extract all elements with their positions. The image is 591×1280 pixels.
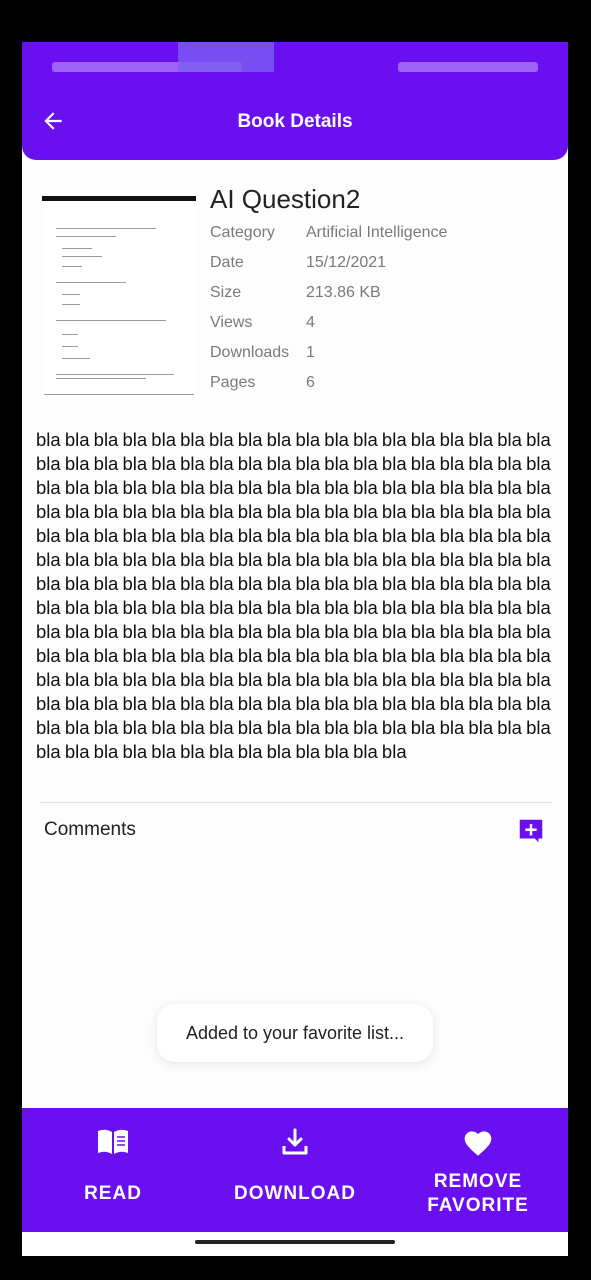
favorite-toast: Added to your favorite list... xyxy=(157,1004,433,1062)
navigation-bar xyxy=(22,1232,568,1256)
status-bar-overlay xyxy=(178,42,274,72)
meta-row-category: Category Artificial Intelligence xyxy=(210,218,550,248)
remove-favorite-button[interactable]: REMOVE FAVORITE xyxy=(413,1108,543,1232)
download-button[interactable]: DOWNLOAD xyxy=(220,1108,370,1232)
meta-row-views: Views 4 xyxy=(210,308,550,338)
book-description: bla bla bla bla bla bla bla bla bla bla … xyxy=(36,429,551,762)
remove-favorite-label: REMOVE FAVORITE xyxy=(427,1171,529,1216)
meta-label: Date xyxy=(210,254,244,271)
meta-row-downloads: Downloads 1 xyxy=(210,338,550,368)
meta-label: Size xyxy=(210,284,242,301)
book-cover-thumbnail[interactable] xyxy=(42,190,198,406)
download-label: DOWNLOAD xyxy=(234,1183,356,1204)
meta-value: Artificial Intelligence xyxy=(306,224,448,241)
read-button[interactable]: READ xyxy=(63,1108,163,1232)
meta-label: Downloads xyxy=(210,344,290,361)
app-bar: Book Details xyxy=(22,82,568,160)
read-label: READ xyxy=(84,1183,142,1204)
meta-label: Pages xyxy=(210,374,256,391)
page-title: Book Details xyxy=(237,111,353,132)
meta-row-date: Date 15/12/2021 xyxy=(210,248,550,278)
download-icon xyxy=(277,1124,313,1160)
phone-screen: Book Details AI Question2 Category Artif… xyxy=(22,42,568,1256)
heart-icon xyxy=(460,1124,496,1160)
meta-label: Views xyxy=(210,314,253,331)
book-metadata: Category Artificial Intelligence Date 15… xyxy=(210,218,550,398)
meta-value: 1 xyxy=(306,344,315,361)
meta-value: 4 xyxy=(306,314,315,331)
status-bar-right-blurred xyxy=(398,62,538,72)
meta-value: 15/12/2021 xyxy=(306,254,387,271)
meta-label: Category xyxy=(210,224,275,241)
bottom-action-bar: READ DOWNLOAD REMOVE FAVORITE xyxy=(22,1108,568,1232)
meta-value: 213.86 KB xyxy=(306,284,381,301)
status-bar xyxy=(22,42,568,82)
meta-value: 6 xyxy=(306,374,315,391)
comments-heading: Comments xyxy=(44,819,136,840)
meta-row-pages: Pages 6 xyxy=(210,368,550,398)
book-title: AI Question2 xyxy=(210,184,361,214)
open-book-icon xyxy=(95,1124,131,1160)
home-indicator[interactable] xyxy=(195,1240,395,1244)
add-comment-icon xyxy=(519,819,543,843)
divider xyxy=(40,802,552,803)
add-comment-button[interactable] xyxy=(516,816,546,846)
meta-row-size: Size 213.86 KB xyxy=(210,278,550,308)
